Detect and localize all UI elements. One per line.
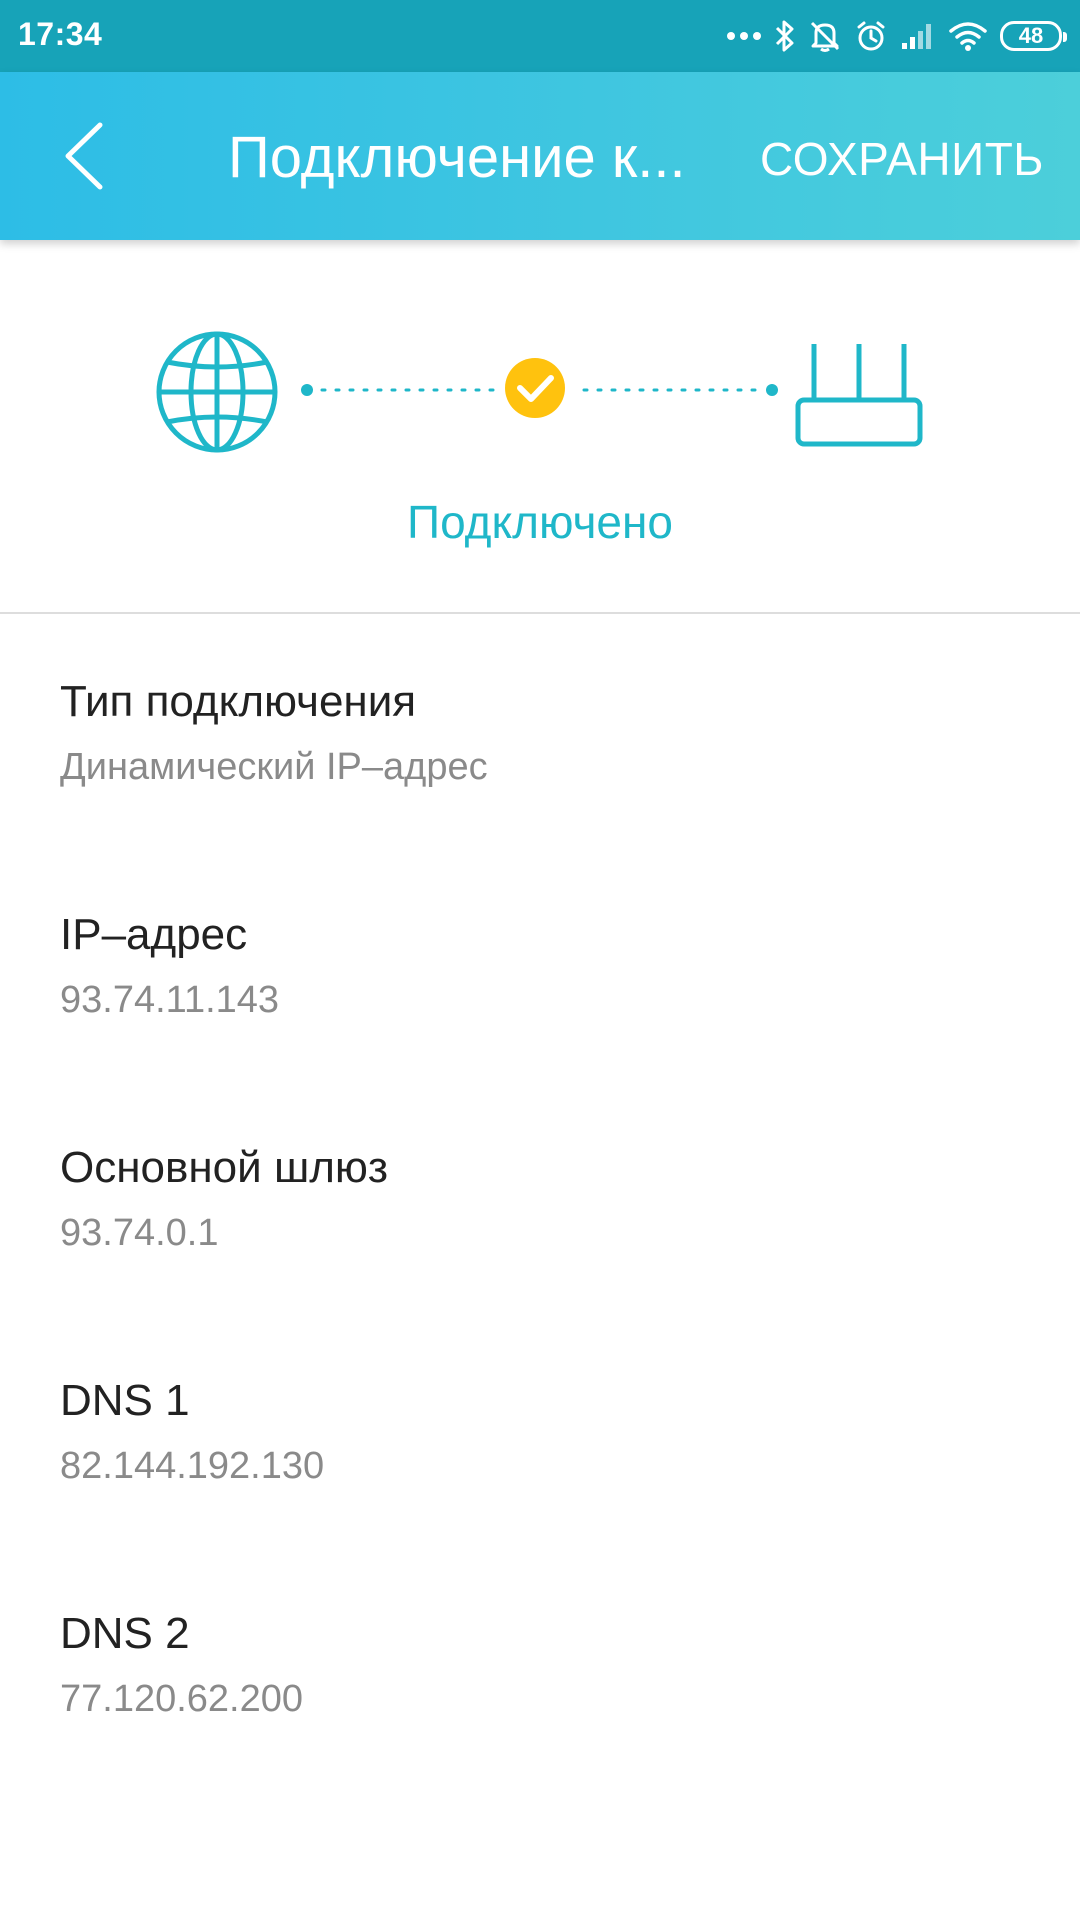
connection-diagram: Подключено (0, 240, 1080, 612)
page-title: Подключение к... (228, 125, 686, 190)
globe-icon (156, 331, 278, 453)
save-button[interactable]: СОХРАНИТЬ (760, 132, 1044, 186)
battery-icon: 48 (1000, 21, 1067, 51)
signal-icon (902, 24, 931, 49)
more-dots-icon (727, 32, 761, 40)
app-bar: Подключение к... СОХРАНИТЬ (0, 72, 1080, 240)
divider (0, 612, 1080, 614)
detail-value: 93.74.11.143 (60, 979, 280, 1021)
detail-value: 77.120.62.200 (60, 1678, 304, 1720)
router-icon (795, 344, 923, 447)
detail-gateway: Основной шлюз 93.74.0.1 (60, 1140, 1020, 1256)
connection-status: Подключено (407, 496, 673, 548)
detail-label: DNS 1 (60, 1376, 190, 1425)
detail-value: Динамический IP–адрес (60, 746, 488, 788)
status-icons: 48 (726, 14, 1067, 58)
connector-left (301, 384, 498, 396)
back-button[interactable] (44, 106, 124, 206)
detail-dns-2: DNS 2 77.120.62.200 (60, 1606, 1020, 1722)
connector-right (582, 384, 778, 396)
detail-ip-address: IP–адрес 93.74.11.143 (60, 907, 1020, 1023)
detail-value: 93.74.0.1 (60, 1212, 219, 1254)
detail-label: IP–адрес (60, 910, 248, 959)
mute-icon (810, 21, 840, 52)
wifi-icon (949, 22, 987, 51)
detail-label: DNS 2 (60, 1609, 190, 1658)
detail-label: Тип подключения (60, 677, 417, 726)
status-time: 17:34 (18, 16, 103, 52)
bluetooth-icon (775, 20, 794, 52)
alarm-icon (857, 21, 885, 51)
status-bar: 17:34 48 (0, 0, 1080, 72)
detail-connection-type: Тип подключения Динамический IP–адрес (60, 674, 1020, 790)
detail-label: Основной шлюз (60, 1143, 389, 1192)
detail-value: 82.144.192.130 (60, 1445, 325, 1487)
detail-dns-1: DNS 1 82.144.192.130 (60, 1373, 1020, 1489)
connection-graphic (156, 331, 923, 453)
battery-level: 48 (1018, 23, 1044, 48)
chevron-left-icon (65, 122, 103, 190)
check-icon (505, 358, 565, 418)
